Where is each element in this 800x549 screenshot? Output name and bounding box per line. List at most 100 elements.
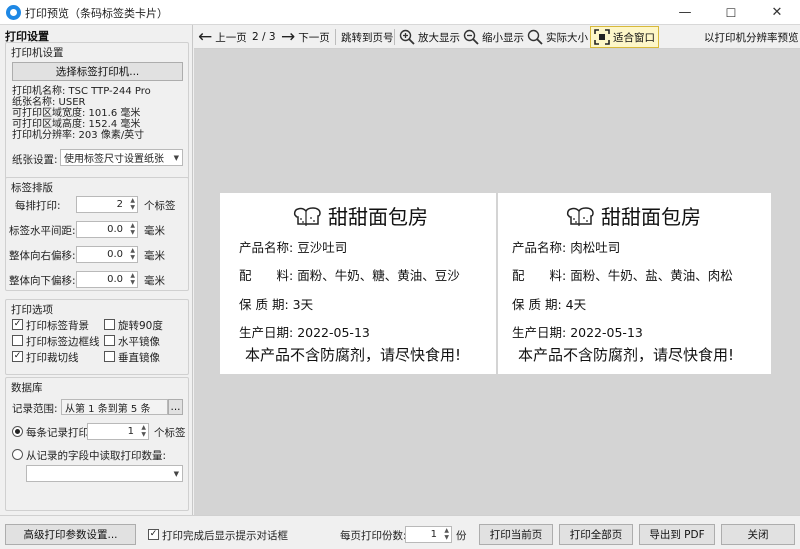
close-window-button[interactable]: ✕ [754, 0, 800, 25]
arrow-right-icon: → [281, 27, 296, 47]
print-current-button[interactable]: 打印当前页 [479, 524, 553, 545]
advanced-settings-button[interactable]: 高级打印参数设置... [5, 524, 136, 545]
ingredients-key: 配 料: [512, 268, 567, 283]
group-title: 数据库 [11, 382, 43, 394]
offset-right-unit: 毫米 [144, 250, 165, 262]
minimize-button[interactable]: — [662, 0, 708, 25]
shelf-life-value: 3天 [292, 297, 314, 312]
show-dialog-checkbox[interactable]: ✓ [148, 529, 159, 540]
production-date-key: 生产日期: [239, 325, 294, 340]
per-record-value: 1 [127, 426, 134, 437]
product-name-row: 产品名称: 肉松吐司 [512, 237, 620, 256]
printer-name: 打印机名称: TSC TTP-244 Pro [12, 86, 151, 97]
print-border-checkbox[interactable] [12, 335, 23, 346]
offset-right-stepper[interactable]: 0.0 ▲ ▼ [76, 246, 138, 263]
goto-page-button[interactable]: 跳转到页号 [341, 27, 394, 47]
from-field-label: 从记录的字段中读取打印数量: [26, 450, 167, 462]
label-sheet: 甜甜面包房 产品名称: 豆沙吐司 配 料: 面粉、牛奶、糖、黄油、豆沙 保 质 … [220, 193, 771, 374]
paper-setting-label: 纸张设置: [12, 154, 58, 166]
spin-arrows-icon: ▲ ▼ [141, 424, 146, 438]
page-indicator: 2 / 3 [252, 31, 276, 43]
production-date-value: 2022-05-13 [570, 325, 643, 340]
h-mirror-checkbox[interactable] [104, 335, 115, 346]
copies-value: 1 [430, 529, 437, 540]
paper-name: 纸张名称: USER [12, 97, 86, 108]
actual-size-button[interactable]: 实际大小 [527, 27, 588, 47]
per-row-label: 每排打印: [15, 200, 61, 212]
from-field-select[interactable]: ▼ [26, 465, 183, 482]
shop-name: 甜甜面包房 [601, 205, 701, 229]
group-title: 标签排版 [11, 182, 53, 194]
select-printer-button[interactable]: 选择标签打印机... [12, 62, 183, 81]
printable-height: 可打印区域高度: 152.4 毫米 [12, 119, 141, 130]
offset-down-value: 0.0 [107, 274, 123, 285]
group-title: 打印选项 [11, 304, 53, 316]
maximize-button[interactable]: ☐ [708, 0, 754, 25]
offset-down-label: 整体向下偏移: [9, 275, 76, 287]
notice-text: 本产品不含防腐剂，请尽快食用! [245, 346, 462, 364]
toolbar-divider [394, 29, 395, 45]
shelf-life-key: 保 质 期: [239, 297, 289, 312]
preview-toolbar: ← 上一页 2 / 3 → 下一页 跳转到页号 放大显示 缩小显示 实际大小 适… [194, 25, 800, 49]
per-row-value: 2 [116, 199, 123, 210]
shelf-life-key: 保 质 期: [512, 297, 562, 312]
h-mirror-label: 水平镜像 [118, 336, 160, 348]
paper-setting-select[interactable]: 使用标签尺寸设置纸张 ▼ [60, 149, 183, 166]
zoom-in-label: 放大显示 [418, 31, 460, 44]
shop-name: 甜甜面包房 [328, 205, 428, 229]
zoom-out-button[interactable]: 缩小显示 [463, 27, 524, 47]
actual-size-label: 实际大小 [546, 31, 588, 44]
production-date-row: 生产日期: 2022-05-13 [239, 322, 370, 341]
ingredients-value: 面粉、牛奶、糖、黄油、豆沙 [297, 268, 460, 283]
window-title: 打印预览（条码标签类卡片） [25, 7, 168, 20]
database-group: 数据库 记录范围: 从第 1 条到第 5 条 ... 每条记录打印 1 ▲ ▼ 个… [5, 377, 189, 511]
printer-resolution: 打印机分辨率: 203 像素/英寸 [12, 130, 145, 141]
close-button[interactable]: 关闭 [721, 524, 795, 545]
per-record-radio[interactable] [12, 426, 23, 437]
product-name-key: 产品名称: [239, 240, 294, 255]
notice-text: 本产品不含防腐剂，请尽快食用! [518, 346, 735, 364]
copies-label: 每页打印份数: [340, 530, 407, 542]
resolution-preview-dropdown[interactable]: 以打印机分辨率预览 ▼ [704, 27, 800, 47]
arrow-left-icon: ← [198, 27, 213, 47]
paper-setting-value: 使用标签尺寸设置纸张 [64, 154, 164, 165]
rotate-90-checkbox[interactable] [104, 319, 115, 330]
h-gap-stepper[interactable]: 0.0 ▲ ▼ [76, 221, 138, 238]
zoom-out-icon [463, 29, 479, 45]
from-field-radio[interactable] [12, 449, 23, 460]
record-range-field: 从第 1 条到第 5 条 [61, 399, 168, 415]
print-settings-panel: 打印设置 打印机设置 选择标签打印机... 打印机名称: TSC TTP-244… [0, 25, 193, 515]
print-all-button[interactable]: 打印全部页 [559, 524, 633, 545]
offset-down-stepper[interactable]: 0.0 ▲ ▼ [76, 271, 138, 288]
h-gap-value: 0.0 [107, 224, 123, 235]
magnifier-icon [527, 29, 543, 45]
per-record-unit: 个标签 [154, 427, 186, 439]
chevron-down-icon: ▼ [173, 153, 179, 162]
copies-stepper[interactable]: 1 ▲ ▼ [405, 526, 452, 543]
spin-arrows-icon: ▲ ▼ [130, 197, 135, 211]
print-cutline-checkbox[interactable]: ✓ [12, 351, 23, 362]
prev-page-button[interactable]: ← 上一页 [198, 27, 247, 47]
fit-window-button[interactable]: 适合窗口 [590, 26, 659, 48]
print-options-group: 打印选项 ✓ 打印标签背景 旋转90度 打印标签边框线 水平镜像 ✓ 打印裁切线… [5, 299, 189, 375]
zoom-in-icon [399, 29, 415, 45]
production-date-row: 生产日期: 2022-05-13 [512, 322, 643, 341]
fit-window-icon [594, 29, 610, 45]
per-row-unit: 个标签 [144, 200, 176, 212]
print-background-checkbox[interactable]: ✓ [12, 319, 23, 330]
per-row-stepper[interactable]: 2 ▲ ▼ [76, 196, 138, 213]
v-mirror-checkbox[interactable] [104, 351, 115, 362]
chevron-down-icon: ▼ [173, 469, 179, 478]
shop-title: 甜甜面包房 [498, 201, 769, 230]
product-name-key: 产品名称: [512, 240, 567, 255]
per-record-stepper[interactable]: 1 ▲ ▼ [87, 423, 149, 440]
h-gap-unit: 毫米 [144, 225, 165, 237]
export-pdf-button[interactable]: 导出到 PDF [639, 524, 715, 545]
next-page-button[interactable]: → 下一页 [281, 27, 330, 47]
spin-arrows-icon: ▲ ▼ [130, 247, 135, 261]
label-layout-group: 标签排版 每排打印: 2 ▲ ▼ 个标签 标签水平间距: 0.0 ▲ ▼ 毫米 整体… [5, 177, 189, 291]
record-range-browse-button[interactable]: ... [168, 399, 183, 415]
zoom-in-button[interactable]: 放大显示 [399, 27, 460, 47]
printable-width: 可打印区域宽度: 101.6 毫米 [12, 108, 141, 119]
bottom-bar: 高级打印参数设置... ✓ 打印完成后显示提示对话框 每页打印份数: 1 ▲ ▼ … [0, 515, 800, 549]
